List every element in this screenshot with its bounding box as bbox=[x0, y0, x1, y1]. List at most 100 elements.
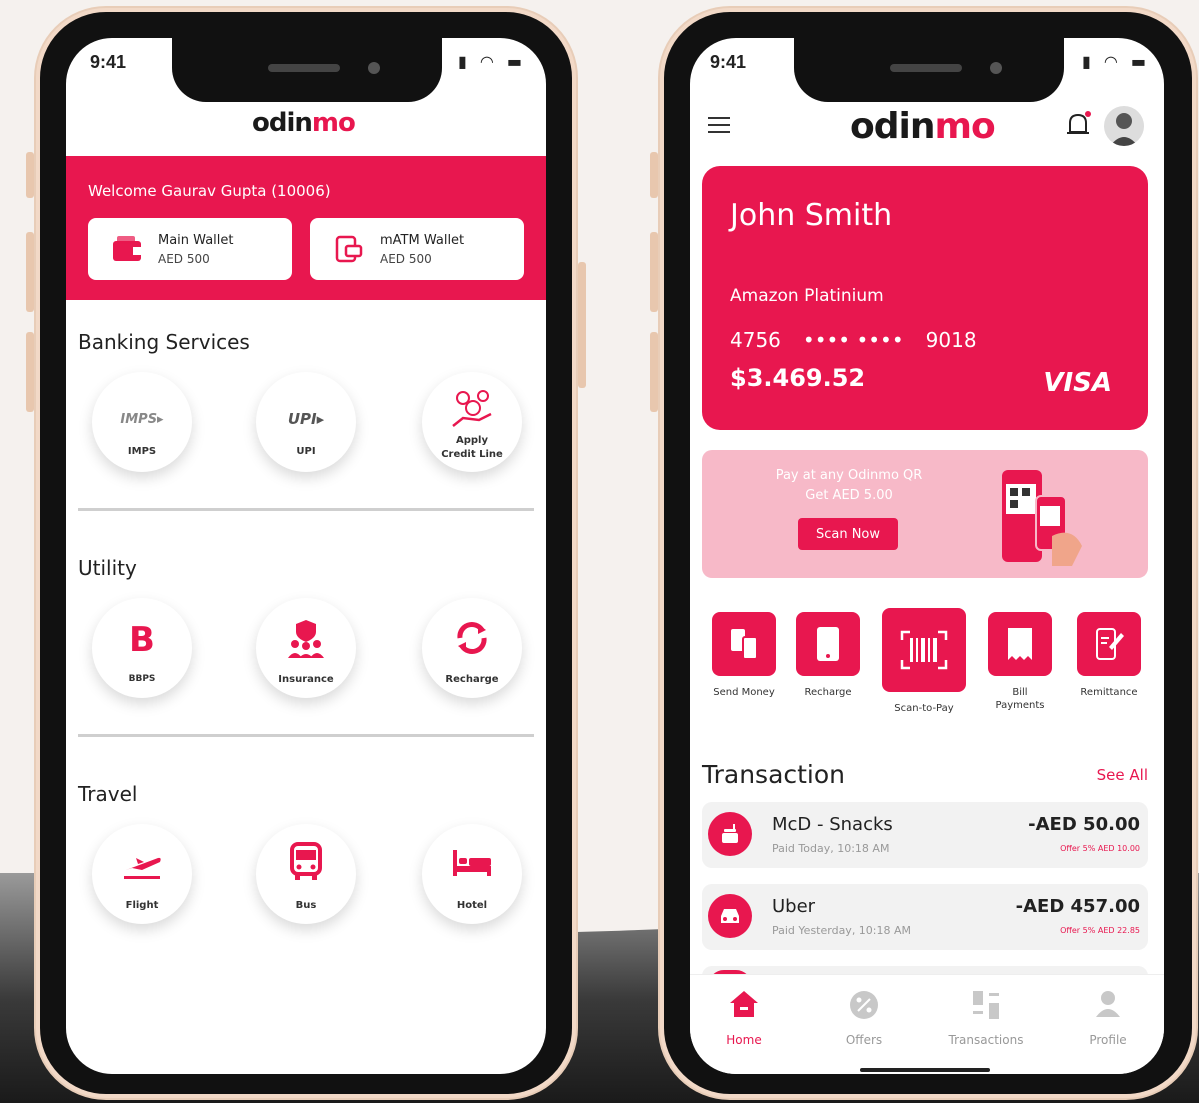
left-phone: 9:41 ▮ ◠ ▬ odinmo Welcome Gaurav Gupta (… bbox=[26, 8, 586, 1098]
status-time: 9:41 bbox=[90, 52, 127, 72]
scan-to-pay-action[interactable]: Scan-to-Pay bbox=[878, 608, 970, 715]
bill-icon bbox=[988, 612, 1052, 676]
transaction-offer: Offer 5% AED 10.00 bbox=[1060, 844, 1140, 853]
service-label: Apply Credit Line bbox=[441, 435, 503, 460]
apply-credit-line-button[interactable]: Apply Credit Line bbox=[422, 372, 522, 472]
bbps-button[interactable]: B BBPS bbox=[92, 598, 192, 698]
tab-transactions[interactable]: Transactions bbox=[936, 989, 1036, 1047]
send-money-action[interactable]: Send Money bbox=[702, 612, 786, 699]
bottom-tab-bar: Home Offers Transactions Profile bbox=[690, 974, 1164, 1074]
credit-line-icon bbox=[422, 390, 522, 434]
car-icon bbox=[708, 894, 752, 938]
transaction-amount: -AED 457.00 bbox=[1015, 896, 1140, 917]
quick-action-label: Send Money bbox=[713, 687, 775, 698]
service-label: IMPS bbox=[127, 446, 157, 457]
avatar[interactable] bbox=[1104, 106, 1144, 146]
see-all-link[interactable]: See All bbox=[1097, 766, 1148, 784]
tab-home[interactable]: Home bbox=[694, 989, 794, 1047]
section-title-travel: Travel bbox=[78, 782, 138, 806]
upi-logo-icon: UPI▸ bbox=[287, 410, 325, 428]
recharge-button[interactable]: Recharge bbox=[422, 598, 522, 698]
side-button bbox=[578, 262, 586, 388]
transaction-name: Uber bbox=[772, 896, 816, 917]
tab-profile[interactable]: Profile bbox=[1058, 989, 1158, 1047]
service-label: UPI bbox=[296, 446, 316, 457]
wallet-icon bbox=[110, 235, 144, 263]
home-icon bbox=[694, 989, 794, 1025]
scan-now-button[interactable]: Scan Now bbox=[798, 518, 898, 550]
bill-payments-action[interactable]: Bill Payments bbox=[978, 612, 1062, 712]
insurance-icon bbox=[256, 618, 356, 662]
recharge-icon bbox=[422, 618, 522, 662]
side-button bbox=[650, 152, 658, 198]
bank-card[interactable]: John Smith Amazon Platinium 4756 •••• •••… bbox=[702, 166, 1148, 430]
left-screen: 9:41 ▮ ◠ ▬ odinmo Welcome Gaurav Gupta (… bbox=[66, 38, 546, 1074]
service-label: Hotel bbox=[456, 900, 488, 911]
visa-logo: VISA bbox=[1043, 368, 1112, 398]
bus-button[interactable]: Bus bbox=[256, 824, 356, 924]
transaction-amount: -AED 50.00 bbox=[1028, 814, 1140, 835]
notch bbox=[172, 38, 442, 102]
matm-wallet-card[interactable]: mATM Wallet AED 500 bbox=[310, 218, 524, 280]
transaction-time: Paid Yesterday, 10:18 AM bbox=[772, 924, 912, 937]
quick-action-label: Scan-to-Pay bbox=[894, 703, 954, 714]
transaction-offer: Offer 5% AED 22.85 bbox=[1060, 926, 1140, 935]
hotel-icon bbox=[422, 848, 522, 882]
side-button bbox=[650, 232, 658, 312]
quick-action-label: Bill Payments bbox=[995, 687, 1045, 711]
flight-icon bbox=[92, 848, 192, 886]
side-button bbox=[26, 152, 34, 198]
service-label: BBPS bbox=[128, 674, 156, 684]
promo-text: Pay at any Odinmo QR Get AED 5.00 bbox=[775, 468, 923, 503]
status-time: 9:41 bbox=[710, 52, 747, 72]
tab-offers[interactable]: Offers bbox=[814, 989, 914, 1047]
tab-label: Home bbox=[726, 1033, 762, 1047]
transactions-icon bbox=[936, 989, 1036, 1025]
bus-icon bbox=[256, 842, 356, 886]
mobile-recharge-icon bbox=[796, 612, 860, 676]
section-title-banking: Banking Services bbox=[78, 330, 250, 354]
divider bbox=[78, 508, 534, 511]
right-phone: 9:41 ▮ ◠ ▬ odinmo John Smith Amazon Plat… bbox=[650, 8, 1196, 1098]
transaction-row[interactable]: Uber Paid Yesterday, 10:18 AM -AED 457.0… bbox=[702, 884, 1148, 950]
card-product: Amazon Platinium bbox=[730, 286, 884, 306]
quick-action-label: Recharge bbox=[804, 687, 852, 698]
wallet-balance: AED 500 bbox=[158, 251, 210, 266]
brand-logo: odinmo bbox=[850, 106, 996, 147]
transactions-title: Transaction bbox=[702, 760, 846, 789]
wallet-name: Main Wallet bbox=[158, 232, 234, 248]
divider bbox=[78, 734, 534, 737]
bbps-icon: B bbox=[129, 620, 155, 660]
home-indicator bbox=[860, 1068, 990, 1072]
service-label: Flight bbox=[125, 900, 159, 911]
imps-logo-icon: IMPS▸ bbox=[120, 412, 164, 427]
status-icons: ▮ ◠ ▬ bbox=[1081, 52, 1150, 71]
imps-button[interactable]: IMPS▸ IMPS bbox=[92, 372, 192, 472]
flight-button[interactable]: Flight bbox=[92, 824, 192, 924]
wallet-balance: AED 500 bbox=[380, 251, 432, 266]
tab-label: Transactions bbox=[948, 1033, 1024, 1047]
service-label: Insurance bbox=[278, 674, 334, 685]
insurance-button[interactable]: Insurance bbox=[256, 598, 356, 698]
atm-card-icon bbox=[332, 235, 366, 263]
status-icons: ▮ ◠ ▬ bbox=[457, 52, 526, 71]
remittance-action[interactable]: Remittance bbox=[1062, 612, 1156, 699]
brand-logo: odinmo bbox=[252, 108, 356, 138]
recharge-action[interactable]: Recharge bbox=[786, 612, 870, 699]
notification-bell-icon[interactable] bbox=[1064, 110, 1092, 140]
hotel-button[interactable]: Hotel bbox=[422, 824, 522, 924]
transaction-name: McD - Snacks bbox=[772, 814, 893, 835]
transaction-row[interactable]: McD - Snacks Paid Today, 10:18 AM -AED 5… bbox=[702, 802, 1148, 868]
section-title-utility: Utility bbox=[78, 556, 137, 580]
transaction-time: Paid Today, 10:18 AM bbox=[772, 842, 890, 855]
offers-icon bbox=[814, 989, 914, 1025]
main-wallet-card[interactable]: Main Wallet AED 500 bbox=[88, 218, 292, 280]
side-button bbox=[26, 332, 34, 412]
phone-qr-illustration-icon bbox=[992, 466, 1102, 574]
menu-icon[interactable] bbox=[708, 116, 732, 134]
upi-button[interactable]: UPI▸ UPI bbox=[256, 372, 356, 472]
food-icon bbox=[708, 812, 752, 856]
wallet-name: mATM Wallet bbox=[380, 232, 465, 248]
card-balance: $3.469.52 bbox=[730, 364, 866, 392]
side-button bbox=[26, 232, 34, 312]
